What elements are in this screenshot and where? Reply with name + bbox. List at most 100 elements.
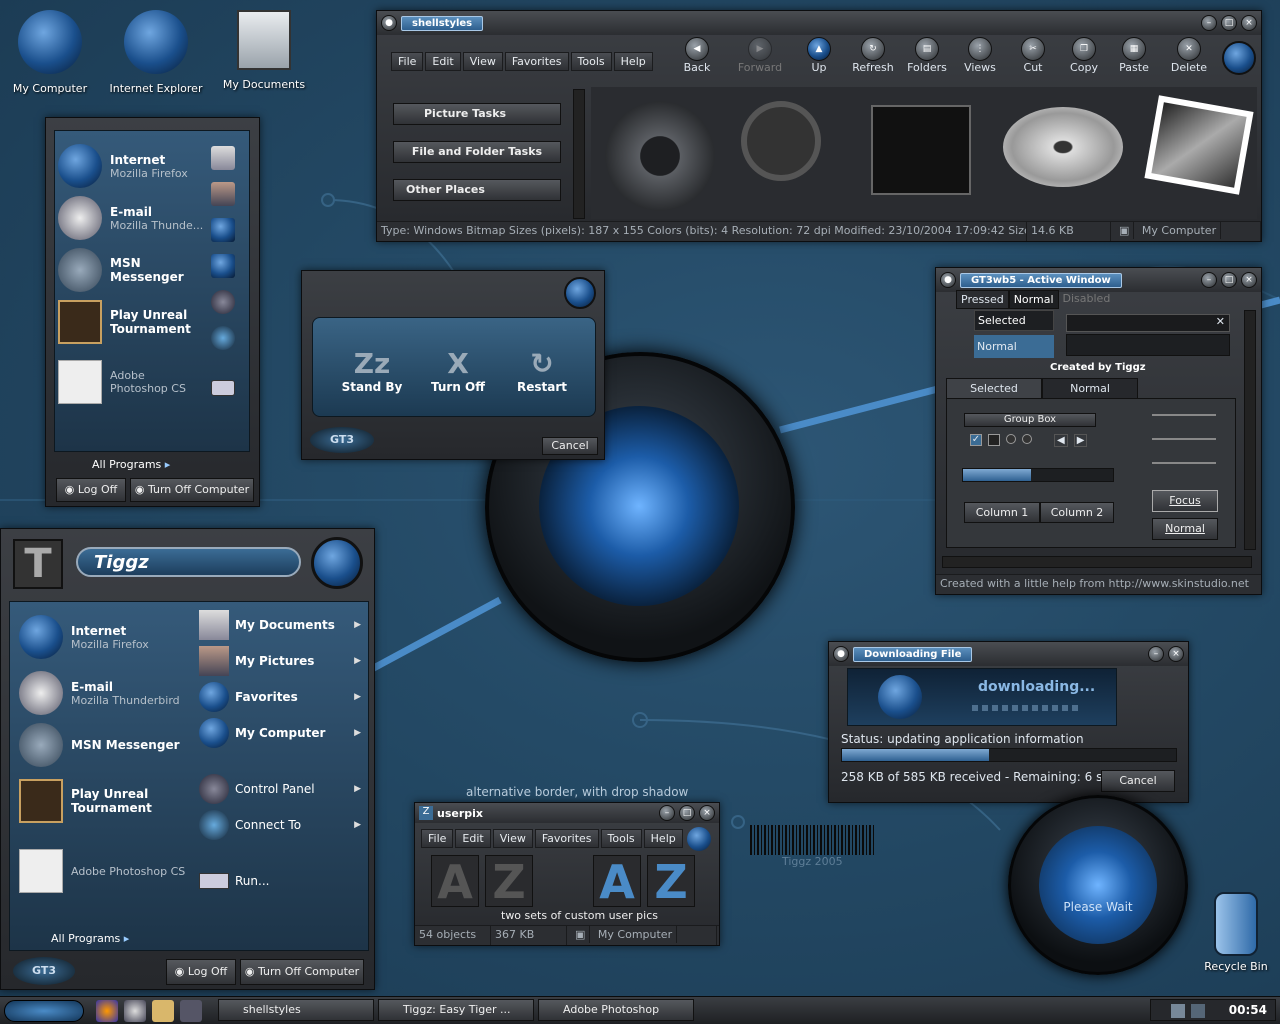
log-off-button[interactable]: ◉ Log Off [56, 478, 126, 502]
taskbar-item-photoshop[interactable]: Adobe Photoshop [538, 999, 694, 1021]
tab-pressed[interactable]: Pressed [956, 290, 1009, 309]
tab-normal[interactable]: Normal [1008, 290, 1059, 309]
slider-3[interactable] [1152, 462, 1216, 464]
maximize-button[interactable]: □ [1221, 272, 1237, 288]
views-button[interactable]: ⋮ Views [953, 37, 1007, 74]
clapperboard-icon[interactable] [871, 105, 971, 195]
user-pic-a-gray[interactable]: A [431, 855, 479, 908]
minimize-button[interactable]: – [659, 805, 675, 821]
picture-tasks-header[interactable]: Picture Tasks [393, 103, 561, 125]
user-pic-z-gray[interactable]: Z [485, 855, 533, 908]
lg-item-photoshop[interactable]: Adobe Photoshop CS [19, 845, 194, 897]
clear-icon[interactable]: ✕ [1216, 315, 1225, 328]
slider-1[interactable] [1152, 414, 1216, 416]
sm-item-photoshop[interactable]: Adobe Photoshop CS [58, 356, 218, 408]
menu-favorites[interactable]: Favorites [504, 52, 569, 71]
log-off-button[interactable]: ◉ Log Off [166, 959, 236, 985]
lg-right-favorites[interactable]: Favorites ▶ [199, 679, 361, 715]
menu-view[interactable]: View [462, 52, 503, 71]
stand-by-button[interactable]: Zz Stand By [332, 347, 412, 394]
maximize-button[interactable]: □ [679, 805, 695, 821]
radio-button[interactable] [1006, 434, 1016, 444]
maximize-button[interactable]: □ [1221, 15, 1237, 31]
sm-item-msn[interactable]: MSN Messenger [58, 244, 218, 296]
quicklaunch-firefox-icon[interactable] [96, 1000, 118, 1022]
menu-help[interactable]: Help [643, 829, 683, 848]
spinner-left[interactable]: ◀ [1054, 434, 1068, 447]
lg-right-run[interactable]: Run... [199, 863, 361, 899]
connect-to-icon[interactable] [211, 326, 235, 350]
menu-tools[interactable]: Tools [570, 52, 612, 71]
system-menu-icon[interactable]: ● [381, 15, 397, 31]
all-programs-button[interactable]: All Programs ▸ [51, 932, 129, 945]
focus-button[interactable]: Focus [1152, 490, 1218, 512]
checkbox-checked[interactable]: ✓ [970, 434, 982, 446]
lg-item-email[interactable]: E-mail Mozilla Thunderbird [19, 667, 194, 719]
sm-item-unreal[interactable]: Play Unreal Tournament [58, 296, 218, 348]
menu-tools[interactable]: Tools [600, 829, 642, 848]
list-item-selected[interactable]: Selected [974, 310, 1054, 331]
minimize-button[interactable]: – [1148, 646, 1164, 662]
gear-icon[interactable] [605, 101, 715, 211]
text-area[interactable] [1066, 334, 1230, 356]
close-button[interactable]: × [699, 805, 715, 821]
close-button[interactable]: × [1241, 272, 1257, 288]
clock[interactable]: 00:54 [1229, 1003, 1267, 1017]
close-button[interactable]: × [1168, 646, 1184, 662]
normal-button[interactable]: Normal [1152, 518, 1218, 540]
menu-edit[interactable]: Edit [455, 829, 491, 848]
quicklaunch-desktop-icon[interactable] [180, 1000, 202, 1022]
taskbar-item-shellstyles[interactable]: shellstyles [218, 999, 374, 1021]
menu-view[interactable]: View [492, 829, 533, 848]
slider-2[interactable] [1152, 438, 1216, 440]
column-2-header[interactable]: Column 2 [1040, 502, 1114, 523]
scrollbar-horizontal[interactable] [942, 556, 1252, 568]
magnifier-icon[interactable] [741, 101, 821, 181]
radio-button-2[interactable] [1022, 434, 1032, 444]
close-button[interactable]: × [1241, 15, 1257, 31]
cancel-button[interactable]: Cancel [542, 437, 598, 455]
up-button[interactable]: ▲ Up [793, 37, 845, 74]
other-places-header[interactable]: Other Places [393, 179, 561, 201]
user-pic-a-blue[interactable]: A [593, 855, 641, 908]
scrollbar[interactable] [573, 89, 585, 219]
tab-selected[interactable]: Selected [946, 378, 1042, 399]
tray-network-icon[interactable] [1171, 1004, 1185, 1018]
cut-button[interactable]: ✂ Cut [1007, 37, 1059, 74]
taskbar-item-tiggz[interactable]: Tiggz: Easy Tiger ... [378, 999, 534, 1021]
turn-off-button[interactable]: ◉ Turn Off Computer [240, 959, 364, 985]
desktop-icon-recycle-bin[interactable]: Recycle Bin [1186, 892, 1280, 977]
my-computer-icon[interactable] [211, 254, 235, 278]
quicklaunch-photoshop-icon[interactable] [152, 1000, 174, 1022]
cancel-button[interactable]: Cancel [1101, 770, 1175, 792]
lg-item-unreal[interactable]: Play Unreal Tournament [19, 775, 194, 827]
system-menu-icon[interactable]: ● [940, 272, 956, 288]
sm-item-internet[interactable]: Internet Mozilla Firefox [58, 140, 218, 192]
file-folder-tasks-header[interactable]: File and Folder Tasks [393, 141, 561, 163]
system-menu-icon[interactable]: ● [833, 646, 849, 662]
scrollbar-vertical[interactable] [1244, 310, 1256, 550]
tab-normal-2[interactable]: Normal [1042, 378, 1138, 399]
desktop-icon-my-documents[interactable]: My Documents [214, 10, 314, 91]
turn-off-button[interactable]: ◉ Turn Off Computer [130, 478, 254, 502]
control-panel-icon[interactable] [211, 290, 235, 314]
all-programs-button[interactable]: All Programs ▸ [92, 458, 170, 471]
lg-item-msn[interactable]: MSN Messenger [19, 719, 194, 771]
minimize-button[interactable]: – [1201, 15, 1217, 31]
tiger-picture-icon[interactable] [1144, 95, 1254, 195]
back-button[interactable]: ◀ Back [667, 37, 727, 74]
tray-volume-icon[interactable] [1191, 1004, 1205, 1018]
desktop-icon-internet-explorer[interactable]: Internet Explorer [106, 10, 206, 95]
delete-button[interactable]: ✕ Delete [1159, 37, 1219, 74]
start-button[interactable] [4, 1000, 84, 1022]
menu-edit[interactable]: Edit [425, 52, 461, 71]
menu-file[interactable]: File [391, 52, 424, 71]
restart-button[interactable]: ↻ Restart [502, 347, 582, 394]
paste-button[interactable]: ▦ Paste [1109, 37, 1159, 74]
refresh-button[interactable]: ↻ Refresh [845, 37, 901, 74]
lg-right-control-panel[interactable]: Control Panel ▶ [199, 771, 361, 807]
cd-icon[interactable] [1003, 107, 1123, 187]
desktop-icon-my-computer[interactable]: My Computer [0, 10, 100, 95]
column-1-header[interactable]: Column 1 [964, 502, 1040, 523]
menu-help[interactable]: Help [613, 52, 653, 71]
